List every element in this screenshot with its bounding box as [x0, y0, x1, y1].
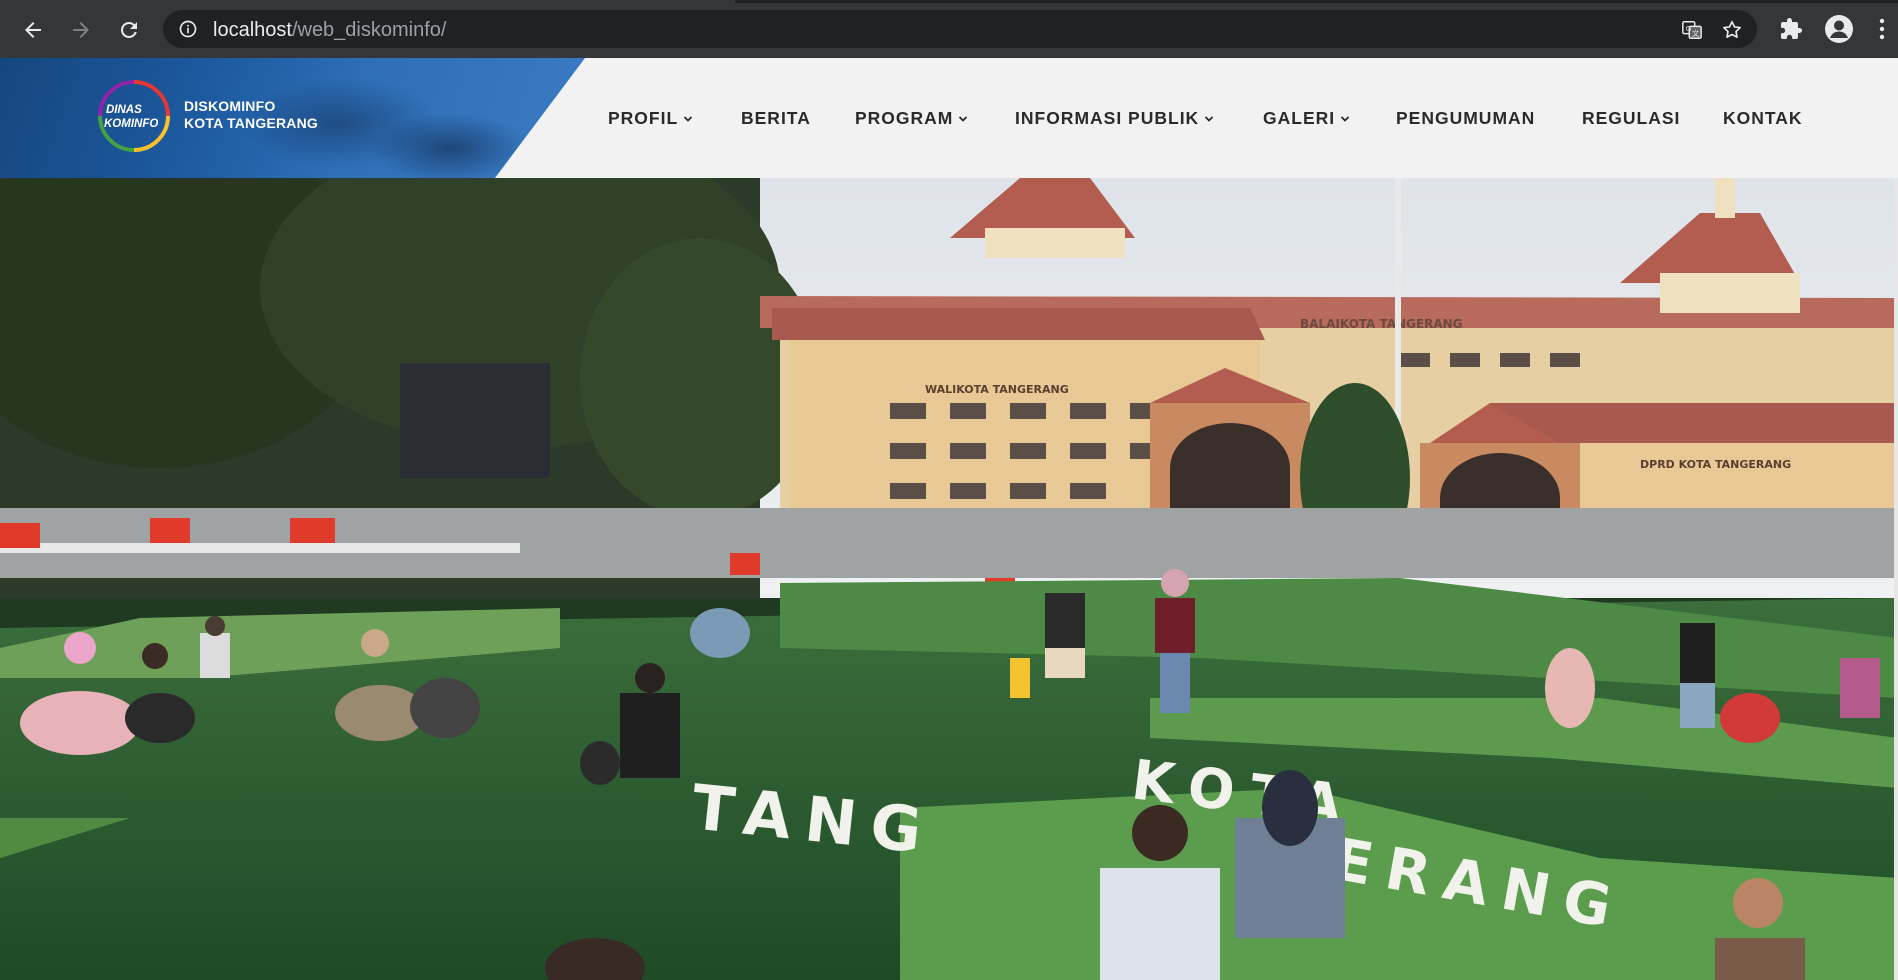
diskominfo-logo[interactable]: DINAS KOMINFO	[96, 76, 172, 156]
tab-strip-edge	[0, 0, 1898, 3]
chevron-down-icon	[1340, 115, 1350, 122]
forward-arrow-icon	[73, 22, 89, 38]
profile-button[interactable]	[1822, 12, 1856, 46]
menu-kontak[interactable]: KONTAK	[1723, 108, 1803, 129]
menu-regulasi[interactable]: REGULASI	[1582, 108, 1680, 129]
url-host: localhost	[213, 19, 292, 41]
menu-informasi-publik[interactable]: INFORMASI PUBLIK	[1015, 108, 1214, 129]
menu-label: GALERI	[1263, 108, 1336, 128]
extensions-button[interactable]	[1774, 12, 1808, 46]
active-tab-edge	[0, 0, 735, 3]
brand-line-2: KOTA TANGERANG	[184, 115, 318, 131]
svg-text:文: 文	[1692, 29, 1700, 38]
site-header: DINAS KOMINFO DISKOMINFO KOTA TANGERANG …	[0, 58, 1898, 178]
translate-icon[interactable]: G 文	[1681, 19, 1703, 41]
brand-name[interactable]: DISKOMINFO KOTA TANGERANG	[184, 98, 318, 132]
page-scrollbar[interactable]	[1894, 178, 1898, 980]
billboard	[400, 363, 550, 478]
sign-balaikota: BALAIKOTA TANGERANG	[1300, 317, 1463, 331]
menu-berita[interactable]: BERITA	[741, 108, 811, 129]
chevron-down-icon	[684, 115, 693, 122]
menu-label: REGULASI	[1582, 108, 1681, 128]
brand-line-1: DISKOMINFO	[184, 98, 276, 114]
hero-illustration: BALAIKOTA TANGERANG WALIKOTA TANGERANG D…	[0, 178, 1898, 980]
url-path: /web_diskominfo/	[291, 19, 447, 41]
brand-panel: DINAS KOMINFO DISKOMINFO KOTA TANGERANG	[0, 58, 585, 178]
back-arrow-icon	[25, 22, 41, 38]
menu-label: PENGUMUMAN	[1396, 108, 1536, 128]
profile-avatar-icon	[1825, 15, 1853, 43]
menu-label: INFORMASI PUBLIK	[1015, 108, 1200, 128]
menu-pengumuman[interactable]: PENGUMUMAN	[1396, 108, 1535, 129]
menu-button[interactable]	[1872, 12, 1892, 46]
forward-button[interactable]	[61, 10, 101, 50]
hero-image: BALAIKOTA TANGERANG WALIKOTA TANGERANG D…	[0, 178, 1898, 980]
menu-program[interactable]: PROGRAM	[855, 108, 968, 129]
svg-text:G: G	[1686, 24, 1692, 33]
menu-label: KONTAK	[1723, 108, 1803, 128]
menu-profil[interactable]: PROFIL	[608, 108, 693, 129]
brand-panel-texture	[370, 113, 530, 178]
web-page: DINAS KOMINFO DISKOMINFO KOTA TANGERANG …	[0, 58, 1898, 980]
logo-text-line2: KOMINFO	[104, 118, 158, 130]
menu-label: BERITA	[741, 108, 811, 128]
url-text[interactable]: localhost/web_diskominfo/	[213, 19, 446, 42]
menu-galeri[interactable]: GALERI	[1263, 108, 1350, 129]
extensions-puzzle-icon	[1781, 18, 1802, 39]
reload-button[interactable]	[109, 10, 149, 50]
browser-toolbar: localhost/web_diskominfo/ G 文	[0, 0, 1898, 58]
back-button[interactable]	[13, 10, 53, 50]
star-icon[interactable]	[1721, 19, 1743, 41]
chevron-down-icon	[1205, 115, 1214, 122]
menu-label: PROFIL	[608, 108, 679, 128]
address-bar[interactable]: localhost/web_diskominfo/ G 文	[163, 10, 1757, 48]
sign-walikota: WALIKOTA TANGERANG	[925, 383, 1069, 396]
chevron-down-icon	[959, 115, 968, 122]
reload-icon	[120, 21, 137, 38]
sign-dprd: DPRD KOTA TANGERANG	[1640, 458, 1791, 471]
menu-label: PROGRAM	[855, 108, 954, 128]
logo-text-line1: DINAS	[106, 104, 142, 116]
more-vertical-icon	[1879, 18, 1885, 40]
info-icon[interactable]	[178, 19, 198, 39]
